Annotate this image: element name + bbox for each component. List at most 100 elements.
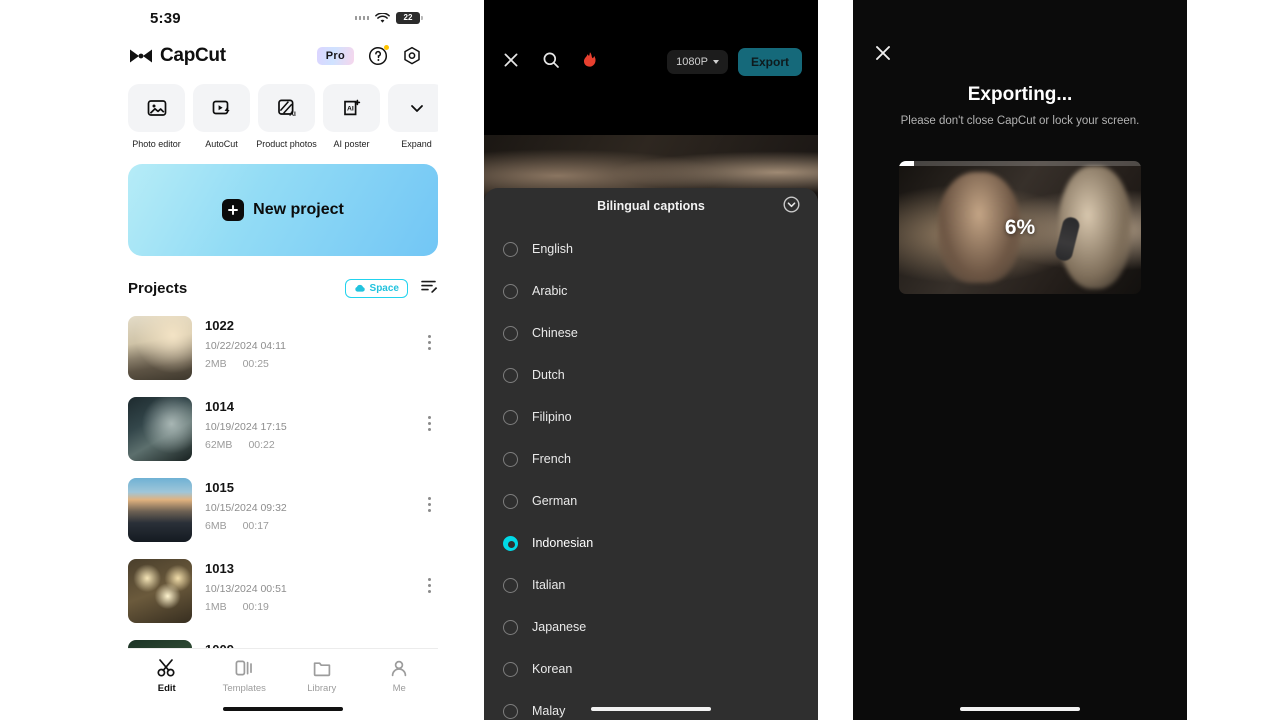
chevron-down-circle-icon[interactable]: [783, 196, 800, 218]
radio-icon[interactable]: [503, 241, 518, 257]
project-more-options-button[interactable]: [420, 484, 438, 524]
svg-text:AI: AI: [289, 111, 296, 118]
radio-icon[interactable]: [503, 619, 518, 635]
tab-library[interactable]: Library: [283, 658, 361, 694]
table-row[interactable]: 1014 10/19/2024 17:15 62MB 00:22: [128, 389, 438, 470]
table-row[interactable]: 1013 10/13/2024 00:51 1MB 00:19: [128, 551, 438, 632]
list-item[interactable]: Japanese: [484, 606, 818, 648]
language-label: Arabic: [532, 284, 568, 298]
sheet-title: Bilingual captions: [597, 199, 705, 213]
tool-ai-poster[interactable]: AI AI poster: [323, 84, 380, 149]
tool-autocut[interactable]: AutoCut: [193, 84, 250, 149]
search-icon[interactable]: [542, 51, 560, 74]
project-name: 1014: [205, 399, 234, 414]
tool-expand[interactable]: Expand: [388, 84, 438, 149]
language-label: French: [532, 452, 571, 466]
language-label: Dutch: [532, 368, 565, 382]
bilingual-captions-sheet: Bilingual captions English Arabic Chines…: [484, 188, 818, 720]
new-project-label: New project: [253, 201, 344, 218]
bottom-tab-bar: Edit Templates Library Me: [128, 648, 438, 720]
radio-icon[interactable]: [503, 703, 518, 719]
language-label: Korean: [532, 662, 573, 676]
project-stats: 62MB 00:22: [205, 439, 407, 451]
tab-label: Edit: [157, 683, 176, 694]
close-x-icon[interactable]: [873, 43, 893, 68]
tab-me[interactable]: Me: [361, 658, 439, 694]
help-circle-icon[interactable]: [368, 45, 389, 66]
capcut-home-screen: 5:39 22 CapCut Pro Photo editor AutoCut …: [128, 0, 438, 720]
app-header: CapCut Pro: [128, 38, 438, 74]
radio-icon[interactable]: [503, 283, 518, 299]
signal-dots-icon: [354, 16, 369, 20]
scissors-icon: [157, 659, 175, 677]
flame-icon[interactable]: [582, 51, 598, 74]
project-more-options-button[interactable]: [420, 322, 438, 362]
tool-label: Product photos: [256, 139, 317, 149]
space-chip-label: Space: [369, 282, 399, 294]
notification-dot: [384, 45, 389, 50]
resolution-selector[interactable]: 1080P: [667, 50, 728, 74]
list-item[interactable]: Malay: [484, 690, 818, 720]
list-item[interactable]: German: [484, 480, 818, 522]
list-item[interactable]: French: [484, 438, 818, 480]
editor-topbar-right: 1080P Export: [667, 48, 802, 76]
radio-icon[interactable]: [503, 577, 518, 593]
radio-icon[interactable]: [503, 367, 518, 383]
editor-topbar: 1080P Export: [484, 0, 818, 90]
project-thumbnail: [128, 559, 192, 623]
language-label: Japanese: [532, 620, 587, 634]
language-label: Italian: [532, 578, 566, 592]
radio-icon[interactable]: [503, 409, 518, 425]
project-more-options-button[interactable]: [420, 565, 438, 605]
list-item[interactable]: Italian: [484, 564, 818, 606]
chevron-down-icon: [388, 84, 438, 132]
projects-header-actions: Space: [344, 278, 438, 299]
progress-percent-label: 6%: [1004, 215, 1036, 239]
project-more-options-button[interactable]: [420, 403, 438, 443]
quick-tools-row: Photo editor AutoCut AI Product photos A…: [128, 74, 438, 149]
tab-label: Templates: [222, 683, 266, 694]
tool-photo-editor[interactable]: Photo editor: [128, 84, 185, 149]
tab-templates[interactable]: Templates: [206, 658, 284, 694]
table-row[interactable]: 1022 10/22/2024 04:11 2MB 00:25: [128, 308, 438, 389]
exporting-subtitle: Please don't close CapCut or lock your s…: [900, 115, 1140, 127]
list-item-selected[interactable]: Indonesian: [484, 522, 818, 564]
list-item[interactable]: Filipino: [484, 396, 818, 438]
list-item[interactable]: Korean: [484, 648, 818, 690]
list-item[interactable]: Arabic: [484, 270, 818, 312]
close-x-icon[interactable]: [502, 51, 520, 74]
space-chip-button[interactable]: Space: [344, 278, 408, 298]
radio-icon[interactable]: [503, 493, 518, 509]
radio-icon[interactable]: [503, 451, 518, 467]
language-label: Filipino: [532, 410, 572, 424]
project-duration: 00:17: [242, 520, 269, 532]
list-item[interactable]: English: [484, 228, 818, 270]
project-meta: 1015 10/15/2024 09:32 6MB 00:17: [205, 478, 407, 532]
exporting-screen: Exporting... Please don't close CapCut o…: [853, 0, 1187, 720]
tab-edit[interactable]: Edit: [128, 658, 206, 694]
radio-icon[interactable]: [503, 661, 518, 677]
table-row[interactable]: 1015 10/15/2024 09:32 6MB 00:17: [128, 470, 438, 551]
tab-label: Me: [392, 683, 406, 694]
ai-poster-icon: AI: [323, 84, 380, 132]
gear-icon[interactable]: [402, 46, 422, 66]
brand-name: CapCut: [160, 45, 226, 66]
radio-icon[interactable]: [503, 325, 518, 341]
tool-label: AI poster: [333, 139, 370, 149]
export-button[interactable]: Export: [737, 48, 802, 76]
language-list: English Arabic Chinese Dutch Filipino Fr…: [484, 222, 818, 720]
project-date: 10/13/2024 00:51: [205, 583, 287, 595]
tool-product-photos[interactable]: AI Product photos: [256, 84, 317, 149]
radio-icon-selected[interactable]: [503, 535, 518, 551]
list-item[interactable]: Dutch: [484, 354, 818, 396]
page-title: Projects: [128, 279, 188, 297]
middle-gutter-right: [818, 0, 853, 720]
project-date: 10/15/2024 09:32: [205, 502, 287, 514]
project-name: 1022: [205, 318, 234, 333]
sort-edit-icon[interactable]: [420, 278, 438, 299]
list-item[interactable]: Chinese: [484, 312, 818, 354]
project-thumbnail: [128, 478, 192, 542]
new-project-button[interactable]: New project: [128, 164, 438, 256]
project-meta: 1013 10/13/2024 00:51 1MB 00:19: [205, 559, 407, 613]
pro-badge[interactable]: Pro: [316, 47, 354, 65]
